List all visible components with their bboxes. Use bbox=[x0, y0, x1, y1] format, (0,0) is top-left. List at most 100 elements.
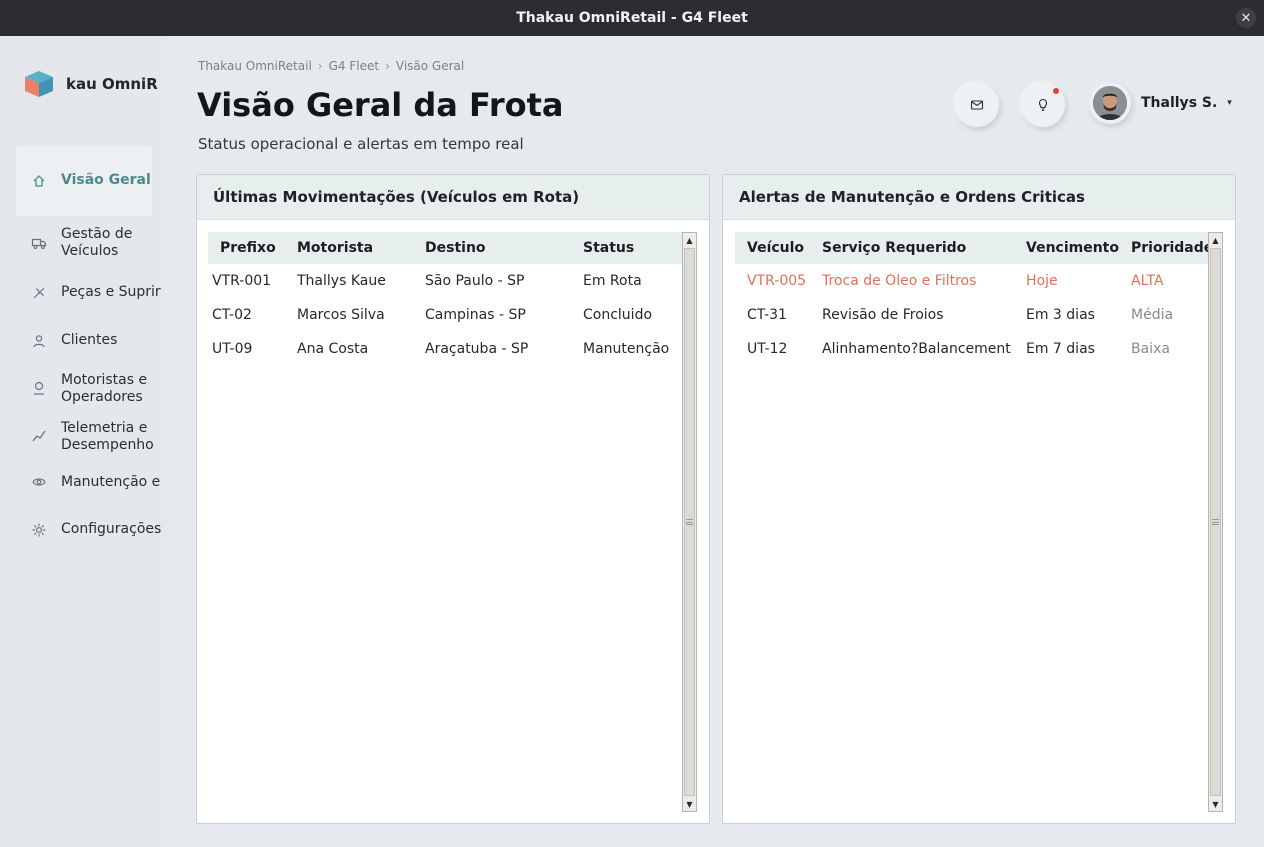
sidebar-item-label: Visão Geral bbox=[61, 172, 151, 188]
cell-destino: Campinas - SP bbox=[425, 307, 526, 323]
logo-cube-icon bbox=[25, 71, 53, 97]
scroll-up-icon[interactable]: ▲ bbox=[683, 233, 696, 247]
cell-motorista: Ana Costa bbox=[297, 341, 369, 357]
scroll-thumb[interactable] bbox=[1210, 248, 1221, 796]
sidebar-item-clientes[interactable]: Clientes bbox=[16, 330, 152, 352]
table-row-critical[interactable]: VTR-005 Troca de Óleo e Filtros Hoje ALT… bbox=[735, 264, 1209, 298]
sidebar-item-motoristas[interactable]: Motoristas e Operadores bbox=[16, 372, 152, 412]
cell-veiculo: UT-12 bbox=[747, 341, 788, 357]
home-icon bbox=[33, 175, 45, 187]
table-row[interactable]: CT-31 Revisão de Froios Em 3 dias Média bbox=[735, 298, 1209, 332]
page-title: Visão Geral da Frota bbox=[197, 86, 564, 124]
scroll-thumb[interactable] bbox=[684, 248, 695, 796]
cell-destino: Araçatuba - SP bbox=[425, 341, 529, 357]
gear-icon bbox=[32, 523, 46, 537]
panel-title: Últimas Movimentações (Veículos em Rota) bbox=[197, 175, 709, 220]
panel-title: Alertas de Manutenção e Ordens Criticas bbox=[723, 175, 1235, 220]
cell-prefixo: VTR-001 bbox=[212, 273, 272, 289]
column-header[interactable]: Veículo bbox=[735, 240, 822, 256]
breadcrumb-separator: › bbox=[317, 59, 323, 73]
cell-status: Manutenção bbox=[583, 341, 670, 357]
breadcrumb: Thakau OmniRetail › G4 Fleet › Visão Ger… bbox=[198, 59, 464, 73]
alerts-table: Veículo Serviço Requerido Vencimento Pri… bbox=[735, 232, 1209, 366]
chevron-down-icon: ▾ bbox=[1227, 98, 1232, 108]
cell-status: Em Rota bbox=[583, 273, 642, 289]
sidebar-item-label-line2: Operadores bbox=[61, 389, 143, 405]
cell-servico: Troca de Óleo e Filtros bbox=[822, 273, 977, 289]
sidebar-item-label: Motoristas e bbox=[61, 372, 148, 388]
brand: kau OmniR bbox=[24, 70, 158, 98]
cell-vencimento: Hoje bbox=[1026, 273, 1058, 289]
column-header[interactable]: Prioridade bbox=[1131, 240, 1209, 256]
notification-dot bbox=[1053, 88, 1059, 94]
vertical-scrollbar[interactable]: ▲ ▼ bbox=[1208, 232, 1223, 812]
sidebar-item-pecas[interactable]: Peças e Suprir bbox=[16, 282, 161, 304]
alerts-panel: Alertas de Manutenção e Ordens Criticas … bbox=[722, 174, 1236, 824]
user-icon bbox=[33, 335, 45, 348]
sidebar-item-label: Manutenção e bbox=[61, 474, 161, 490]
window-title: Thakau OmniRetail - G4 Fleet bbox=[516, 10, 748, 26]
table-row[interactable]: UT-12 Alinhamento?Balancement Em 7 dias … bbox=[735, 332, 1209, 366]
scroll-down-icon[interactable]: ▼ bbox=[1209, 797, 1222, 811]
column-header[interactable]: Vencimento bbox=[1026, 240, 1131, 256]
user-menu[interactable]: Thallys S. ▾ bbox=[1089, 82, 1232, 124]
column-header[interactable]: Prefixo bbox=[208, 240, 297, 256]
sidebar-item-label: Gestão de bbox=[61, 226, 133, 242]
cell-motorista: Thallys Kaue bbox=[297, 273, 386, 289]
parts-icon bbox=[33, 287, 45, 299]
table-header: Prefixo Motorista Destino Status bbox=[208, 232, 682, 264]
cell-prioridade: ALTA bbox=[1131, 273, 1164, 289]
cell-veiculo: VTR-005 bbox=[747, 273, 807, 289]
cell-vencimento: Em 3 dias bbox=[1026, 307, 1095, 323]
brand-name: kau OmniR bbox=[66, 75, 158, 93]
sidebar-item-visao-geral[interactable]: Visão Geral bbox=[16, 146, 152, 216]
sidebar-item-gestao-veiculos[interactable]: Gestão de Veículos bbox=[16, 225, 152, 265]
breadcrumb-item[interactable]: Thakau OmniRetail bbox=[198, 59, 312, 73]
breadcrumb-item[interactable]: G4 Fleet bbox=[329, 59, 379, 73]
vertical-scrollbar[interactable]: ▲ ▼ bbox=[682, 232, 697, 812]
cell-prioridade: Média bbox=[1131, 307, 1174, 323]
column-header[interactable]: Motorista bbox=[297, 240, 425, 256]
window-titlebar: Thakau OmniRetail - G4 Fleet ✕ bbox=[0, 0, 1264, 36]
column-header[interactable]: Serviço Requerido bbox=[822, 240, 1026, 256]
table-row[interactable]: CT-02 Marcos Silva Campinas - SP Conclui… bbox=[208, 298, 682, 332]
table-row[interactable]: VTR-001 Thallys Kaue São Paulo - SP Em R… bbox=[208, 264, 682, 298]
avatar bbox=[1089, 82, 1131, 124]
movements-panel: Últimas Movimentações (Veículos em Rota)… bbox=[196, 174, 710, 824]
cell-veiculo: CT-31 bbox=[747, 307, 787, 323]
truck-icon bbox=[31, 238, 47, 249]
table-row[interactable]: UT-09 Ana Costa Araçatuba - SP Manutençã… bbox=[208, 332, 682, 366]
cell-prefixo: UT-09 bbox=[212, 341, 253, 357]
sidebar-item-manutencao[interactable]: Manutenção e bbox=[16, 472, 160, 494]
cell-servico: Revisão de Froios bbox=[822, 307, 944, 323]
sidebar-item-label: Clientes bbox=[61, 332, 118, 348]
driver-icon bbox=[34, 381, 44, 395]
sidebar-item-label: Telemetria e bbox=[61, 420, 148, 436]
sidebar-item-label-line2: Veículos bbox=[61, 243, 119, 259]
sidebar-item-label: Configurações bbox=[61, 521, 162, 537]
sidebar-item-label: Peças e Suprir bbox=[61, 284, 161, 300]
user-name: Thallys S. bbox=[1141, 95, 1218, 111]
messages-button[interactable] bbox=[955, 83, 999, 127]
cell-servico: Alinhamento?Balancement bbox=[822, 341, 1011, 357]
cell-motorista: Marcos Silva bbox=[297, 307, 385, 323]
close-icon[interactable]: ✕ bbox=[1236, 8, 1256, 28]
page-subtitle: Status operacional e alertas em tempo re… bbox=[198, 135, 524, 153]
avatar-photo bbox=[1093, 86, 1127, 120]
cell-destino: São Paulo - SP bbox=[425, 273, 525, 289]
column-header[interactable]: Destino bbox=[425, 240, 583, 256]
notifications-button[interactable] bbox=[1021, 83, 1065, 127]
sidebar-item-configuracoes[interactable]: Configurações bbox=[16, 519, 161, 541]
cell-vencimento: Em 7 dias bbox=[1026, 341, 1095, 357]
cell-status: Concluido bbox=[583, 307, 653, 323]
sidebar-item-telemetria[interactable]: Telemetria e Desempenho bbox=[16, 420, 154, 460]
breadcrumb-item-current: Visão Geral bbox=[395, 59, 465, 73]
scroll-up-icon[interactable]: ▲ bbox=[1209, 233, 1222, 247]
lightbulb-icon bbox=[1038, 98, 1048, 112]
chart-line-icon bbox=[32, 430, 46, 442]
movements-table: Prefixo Motorista Destino Status VTR-001… bbox=[208, 232, 682, 366]
cell-prioridade: Baixa bbox=[1131, 341, 1170, 357]
breadcrumb-separator: › bbox=[385, 59, 390, 73]
column-header[interactable]: Status bbox=[583, 240, 682, 256]
scroll-down-icon[interactable]: ▼ bbox=[683, 797, 696, 811]
